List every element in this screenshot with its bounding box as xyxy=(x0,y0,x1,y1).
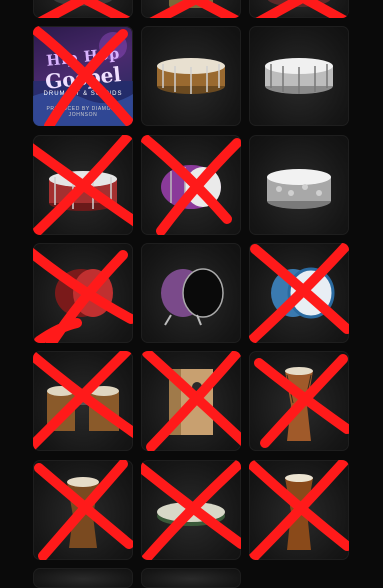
djembe-image xyxy=(67,477,99,548)
frame-drum-image xyxy=(157,502,225,526)
drum-image xyxy=(169,0,213,8)
album-credit: PRODUCED BY DIAMOND JOHNSON xyxy=(46,106,120,118)
snare-drum-image xyxy=(49,171,117,211)
tile-djembe-small[interactable] xyxy=(33,460,133,560)
tile-partial-top-center[interactable] xyxy=(141,0,241,18)
snare-drum-image xyxy=(161,165,221,209)
bongos-image xyxy=(47,386,119,431)
kick-drum-image xyxy=(55,269,113,317)
tile-bongos[interactable] xyxy=(33,351,133,451)
snare-drum-image xyxy=(265,58,333,94)
tile-wood-snare[interactable] xyxy=(141,26,241,126)
tile-frame-drum[interactable] xyxy=(141,460,241,560)
tile-red-snare[interactable] xyxy=(33,135,133,235)
drum-image xyxy=(53,0,113,6)
djembe-image xyxy=(285,474,313,550)
tile-partial-top-right[interactable] xyxy=(249,0,349,18)
tile-chrome-snare[interactable] xyxy=(249,26,349,126)
snare-drum-image xyxy=(267,169,331,209)
snare-drum-image xyxy=(157,58,225,94)
tile-cajon[interactable] xyxy=(141,351,241,451)
tile-red-kick[interactable] xyxy=(33,243,133,343)
cajon-image xyxy=(169,369,213,435)
tile-hiphop-gospel-album[interactable]: Hip Hop Gospel DRUM KIT & SOUNDS PRODUCE… xyxy=(33,26,133,126)
tile-purple-snare[interactable] xyxy=(141,135,241,235)
tile-hammered-snare[interactable] xyxy=(249,135,349,235)
tile-partial-bottom-center[interactable] xyxy=(141,568,241,588)
drum-image xyxy=(267,0,331,7)
tile-purple-kick[interactable] xyxy=(141,243,241,343)
tile-partial-bottom-left[interactable] xyxy=(33,568,133,588)
album-subtitle: DRUM KIT & SOUNDS xyxy=(43,91,123,97)
kick-drum-image xyxy=(271,267,335,319)
tile-djembe-wood[interactable] xyxy=(249,460,349,560)
tile-partial-top-left[interactable] xyxy=(33,0,133,18)
djembe-image xyxy=(285,367,313,441)
tile-blue-kick[interactable] xyxy=(249,243,349,343)
tile-djembe-tall[interactable] xyxy=(249,351,349,451)
kick-drum-image xyxy=(161,268,224,326)
